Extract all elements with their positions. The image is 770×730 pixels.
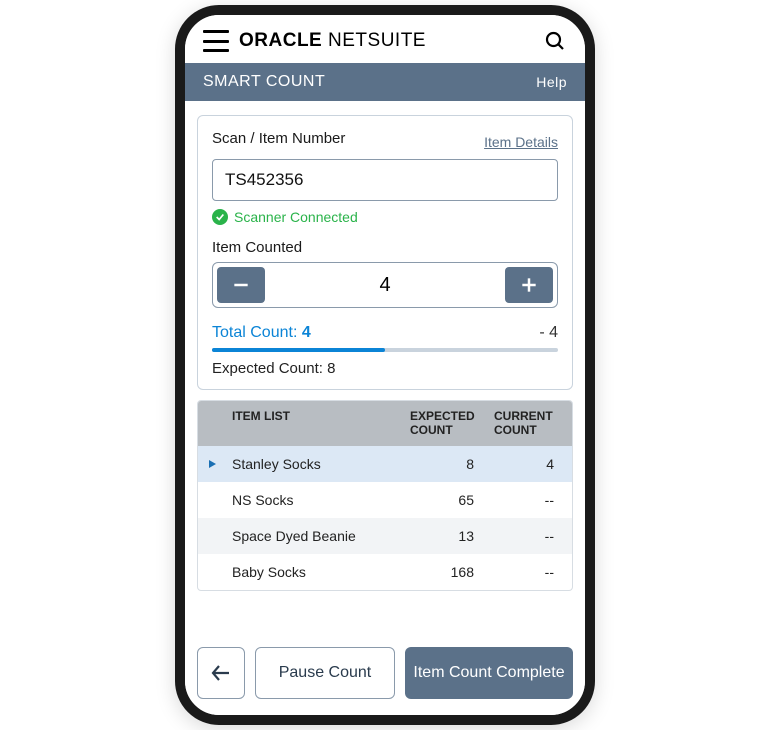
expected-count-label: Expected Count: xyxy=(212,360,323,377)
menu-icon[interactable] xyxy=(203,30,229,52)
item-counted-label: Item Counted xyxy=(212,239,558,256)
app-header: ORACLE NETSUITE xyxy=(185,15,585,63)
row-indicator-icon xyxy=(198,554,226,590)
arrow-left-icon xyxy=(209,661,233,685)
count-card: Scan / Item Number Item Details Scanner … xyxy=(197,115,573,390)
phone-frame: ORACLE NETSUITE SMART COUNT Help Scan / … xyxy=(175,5,595,725)
help-link[interactable]: Help xyxy=(536,74,567,90)
item-details-link[interactable]: Item Details xyxy=(484,134,558,150)
scanner-status-text: Scanner Connected xyxy=(234,209,358,225)
quantity-value[interactable]: 4 xyxy=(269,263,501,307)
brand-strong: ORACLE xyxy=(239,30,322,51)
table-row[interactable]: Stanley Socks84 xyxy=(198,446,572,482)
brand-light: NETSUITE xyxy=(328,30,426,51)
item-name: Stanley Socks xyxy=(226,446,404,482)
totals-block: Total Count: 4 - 4 Expected Count: 8 xyxy=(212,324,558,377)
total-count: Total Count: 4 xyxy=(212,324,311,342)
section-bar: SMART COUNT Help xyxy=(185,63,585,101)
header-left: ORACLE NETSUITE xyxy=(203,30,426,52)
app-screen: ORACLE NETSUITE SMART COUNT Help Scan / … xyxy=(185,15,585,715)
row-indicator-icon xyxy=(198,446,226,482)
brand-logo: ORACLE NETSUITE xyxy=(239,30,426,52)
item-name: Baby Socks xyxy=(226,554,404,590)
table-row[interactable]: Space Dyed Beanie13-- xyxy=(198,518,572,554)
current-value: -- xyxy=(488,554,572,590)
scanner-status-row: Scanner Connected xyxy=(212,209,558,225)
item-count-complete-button[interactable]: Item Count Complete xyxy=(405,647,573,699)
current-value: -- xyxy=(488,518,572,554)
table-header: ITEM LIST EXPECTED COUNT CURRENT COUNT xyxy=(198,401,572,446)
section-title: SMART COUNT xyxy=(203,73,325,91)
progress-bar xyxy=(212,348,558,352)
total-count-value: 4 xyxy=(302,324,311,341)
item-name: NS Socks xyxy=(226,482,404,518)
expected-value: 8 xyxy=(404,446,488,482)
scan-input[interactable] xyxy=(212,159,558,201)
check-icon xyxy=(212,209,228,225)
item-list-table: ITEM LIST EXPECTED COUNT CURRENT COUNT S… xyxy=(197,400,573,591)
row-indicator-icon xyxy=(198,518,226,554)
expected-value: 13 xyxy=(404,518,488,554)
search-icon[interactable] xyxy=(543,29,567,53)
table-row[interactable]: Baby Socks168-- xyxy=(198,554,572,590)
table-body: Stanley Socks84NS Socks65--Space Dyed Be… xyxy=(198,446,572,590)
footer-actions: Pause Count Item Count Complete xyxy=(185,635,585,715)
current-value: -- xyxy=(488,482,572,518)
quantity-stepper: 4 xyxy=(212,262,558,308)
expected-value: 65 xyxy=(404,482,488,518)
increment-button[interactable] xyxy=(505,267,553,303)
decrement-button[interactable] xyxy=(217,267,265,303)
item-name: Space Dyed Beanie xyxy=(226,518,404,554)
col-current: CURRENT COUNT xyxy=(488,401,572,446)
variance-value: - 4 xyxy=(539,324,558,342)
back-button[interactable] xyxy=(197,647,245,699)
progress-fill xyxy=(212,348,385,352)
scan-label: Scan / Item Number xyxy=(212,130,345,147)
pause-count-button[interactable]: Pause Count xyxy=(255,647,395,699)
col-item: ITEM LIST xyxy=(226,401,404,446)
expected-count: Expected Count: 8 xyxy=(212,360,558,377)
content-area: Scan / Item Number Item Details Scanner … xyxy=(185,101,585,635)
row-indicator-icon xyxy=(198,482,226,518)
current-value: 4 xyxy=(488,446,572,482)
col-expected: EXPECTED COUNT xyxy=(404,401,488,446)
total-count-label: Total Count: xyxy=(212,324,297,341)
expected-value: 168 xyxy=(404,554,488,590)
table-row[interactable]: NS Socks65-- xyxy=(198,482,572,518)
expected-count-value: 8 xyxy=(327,360,335,377)
